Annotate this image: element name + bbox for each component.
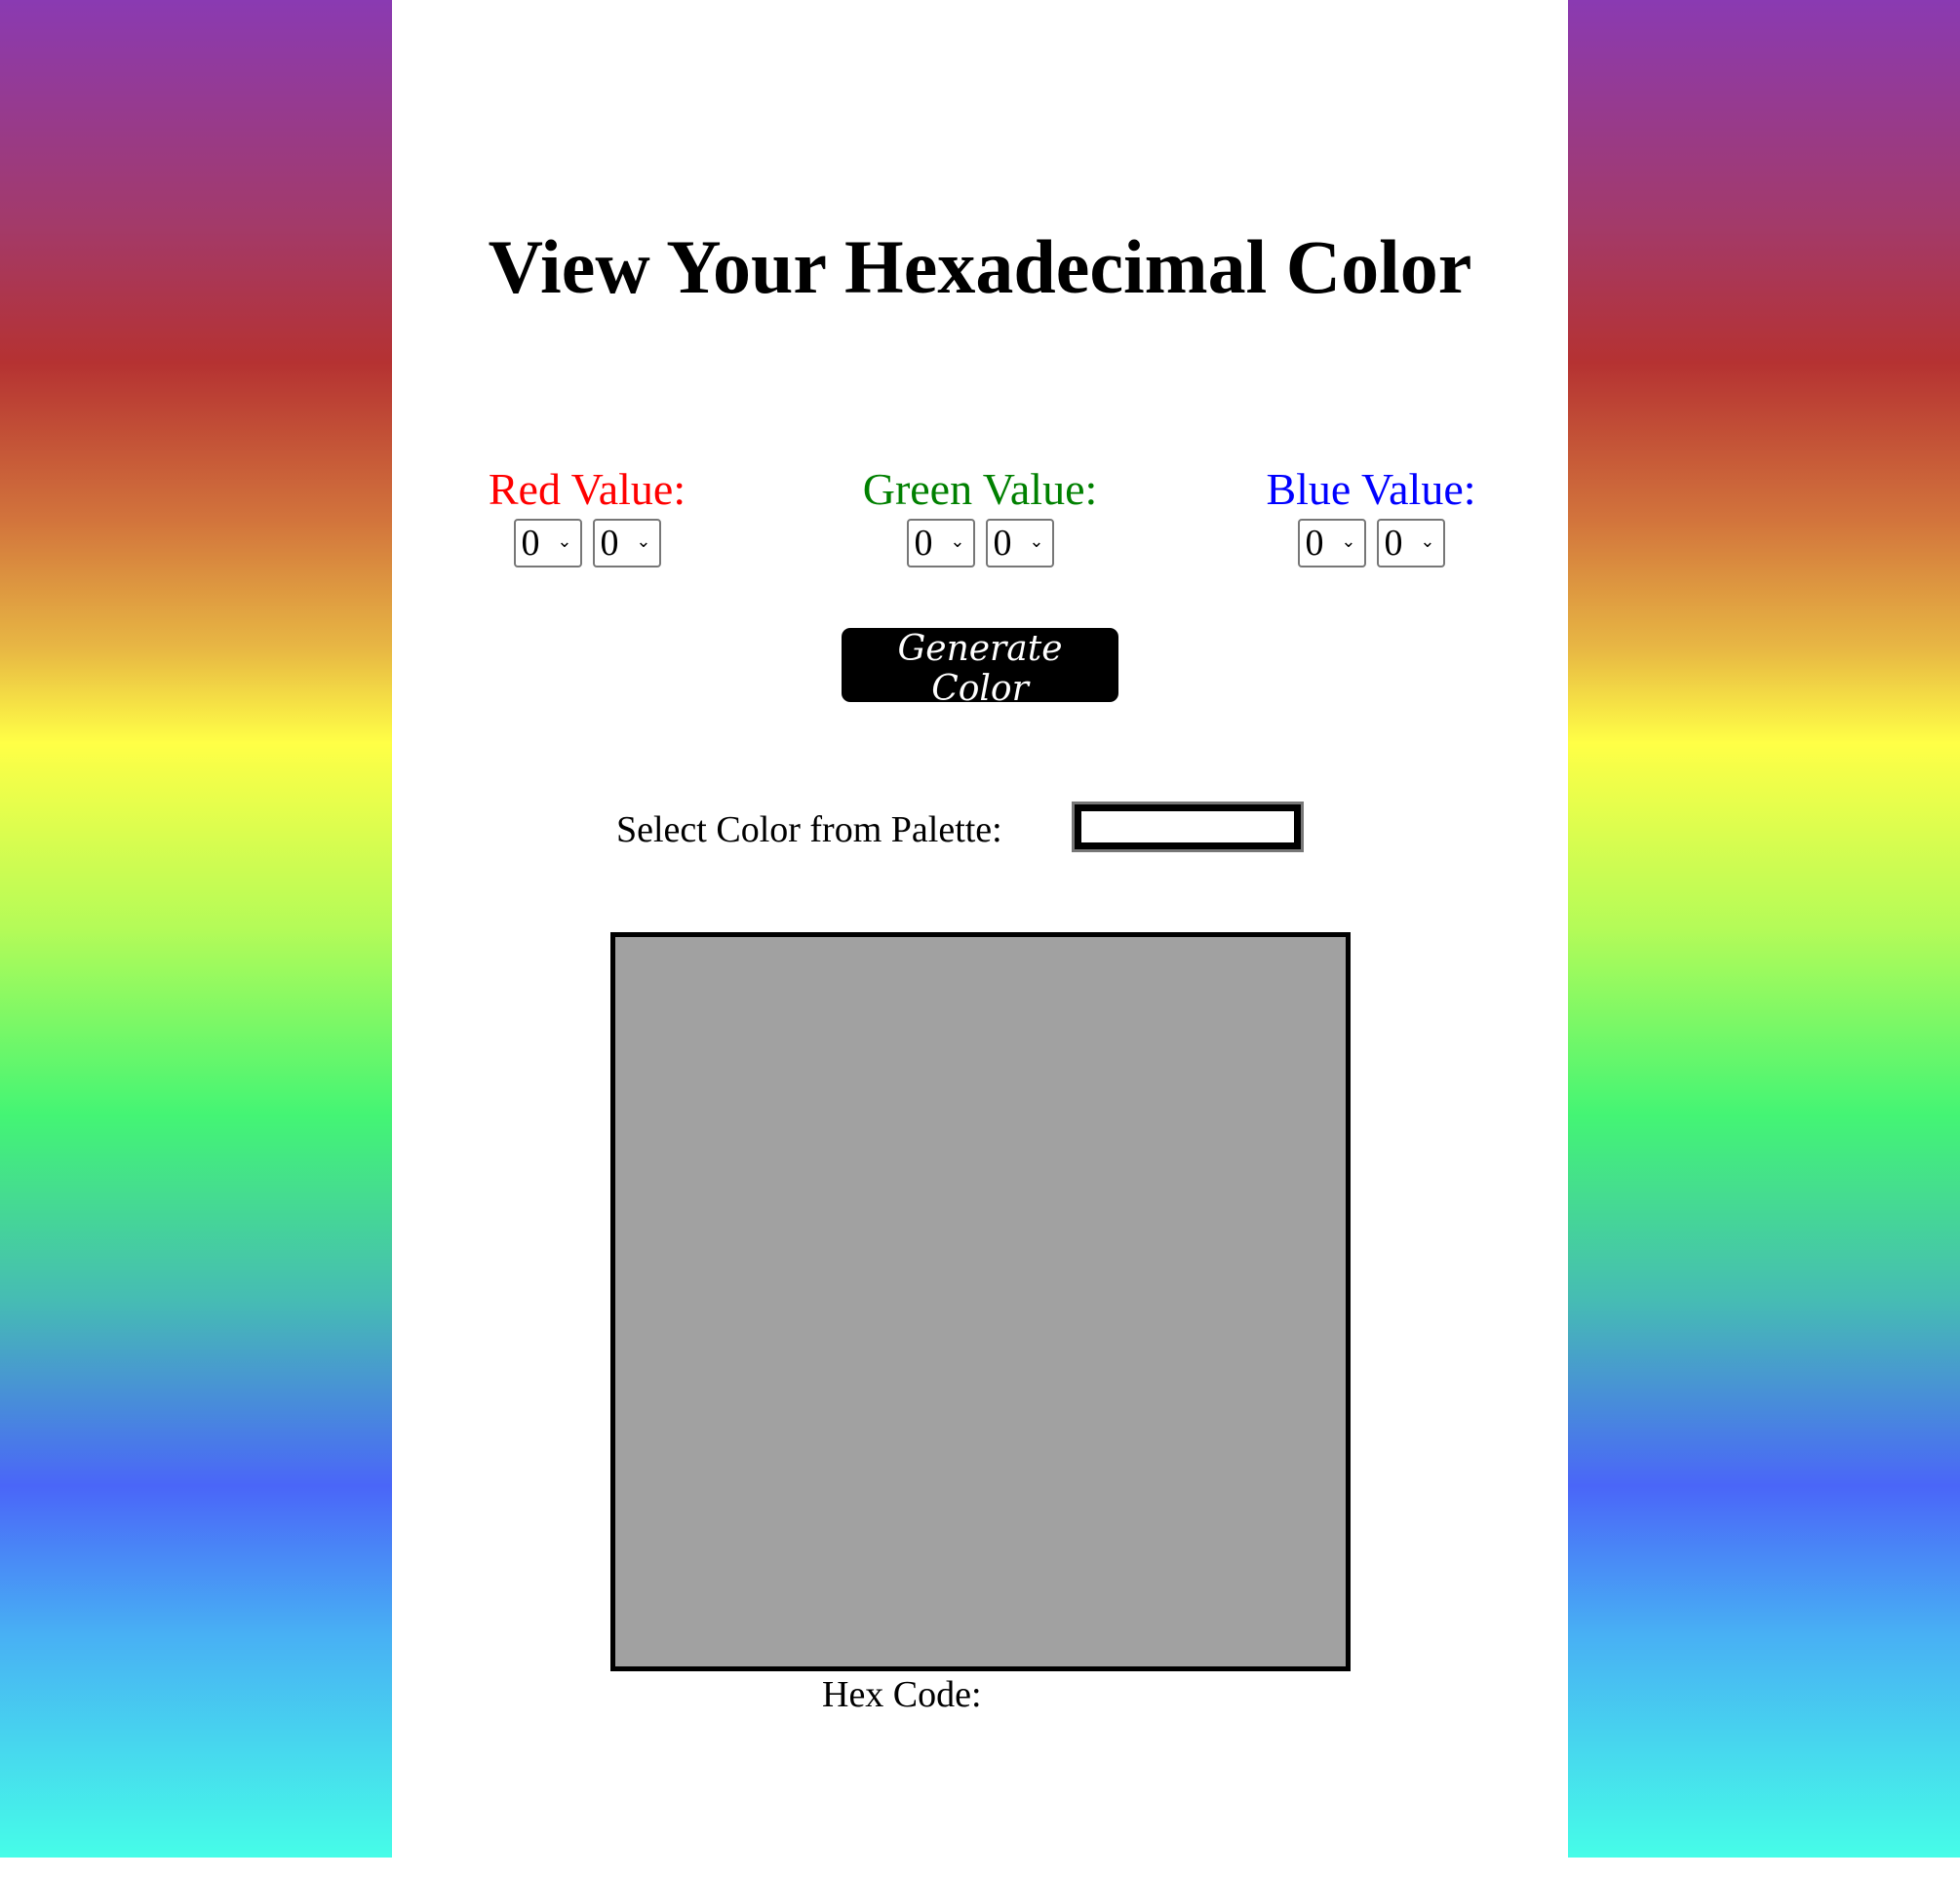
selected-value: 0 xyxy=(600,523,619,564)
generate-color-button[interactable]: Generate Color xyxy=(842,628,1118,709)
red-digit-2-select[interactable]: 0 ⌄ xyxy=(592,519,661,567)
rainbow-side-panel-right xyxy=(1568,0,1960,1858)
palette-swatch xyxy=(1081,811,1294,842)
selected-value: 0 xyxy=(914,523,933,564)
chevron-down-icon: ⌄ xyxy=(636,531,651,552)
palette-label: Select Color from Palette: xyxy=(616,809,1002,850)
rainbow-side-panel-left xyxy=(0,0,392,1858)
chevron-down-icon: ⌄ xyxy=(1420,531,1435,552)
selected-value: 0 xyxy=(521,523,540,564)
selected-value: 0 xyxy=(993,523,1012,564)
blue-value-group: Blue Value: 0 ⌄ 0 ⌄ xyxy=(1176,460,1566,567)
color-preview-box xyxy=(610,932,1351,1671)
green-digit-2-select[interactable]: 0 ⌄ xyxy=(985,519,1054,567)
hex-code-label: Hex Code: xyxy=(822,1674,982,1715)
red-value-group: Red Value: 0 ⌄ 0 ⌄ xyxy=(392,460,782,567)
blue-value-label: Blue Value: xyxy=(1266,464,1476,514)
green-value-group: Green Value: 0 ⌄ 0 ⌄ xyxy=(785,460,1175,567)
color-palette-input[interactable] xyxy=(1072,802,1304,852)
chevron-down-icon: ⌄ xyxy=(1341,531,1356,552)
blue-digit-1-select[interactable]: 0 ⌄ xyxy=(1297,519,1366,567)
selected-value: 0 xyxy=(1384,523,1403,564)
green-digit-1-select[interactable]: 0 ⌄ xyxy=(906,519,975,567)
chevron-down-icon: ⌄ xyxy=(950,531,965,552)
selected-value: 0 xyxy=(1305,523,1324,564)
blue-digit-2-select[interactable]: 0 ⌄ xyxy=(1376,519,1445,567)
page-title: View Your Hexadecimal Color xyxy=(488,224,1472,309)
red-digit-1-select[interactable]: 0 ⌄ xyxy=(513,519,582,567)
chevron-down-icon: ⌄ xyxy=(1029,531,1044,552)
green-value-label: Green Value: xyxy=(862,464,1098,514)
chevron-down-icon: ⌄ xyxy=(557,531,572,552)
red-value-label: Red Value: xyxy=(488,464,686,514)
